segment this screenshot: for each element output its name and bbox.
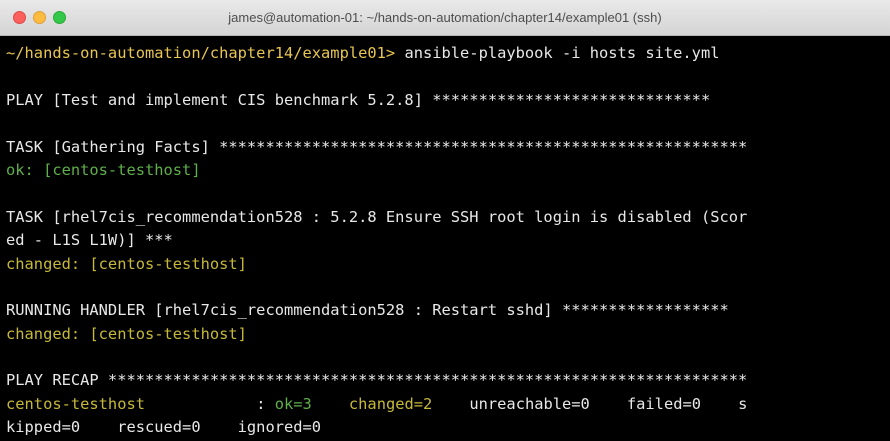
terminal-output[interactable]: ~/hands-on-automation/chapter14/example0… [6, 36, 890, 441]
play-header: PLAY [Test and implement CIS benchmark 5… [6, 90, 711, 109]
task-result-changed: changed: [centos-testhost] [6, 254, 247, 273]
task-header-gathering-facts: TASK [Gathering Facts] *****************… [6, 137, 748, 156]
task-result-ok: ok: [centos-testhost] [6, 160, 201, 179]
recap-host: centos-testhost [6, 394, 257, 413]
task-header-ssh-root-login: TASK [rhel7cis_recommendation528 : 5.2.8… [6, 207, 748, 226]
recap-gap [312, 395, 349, 413]
command-text: ansible-playbook -i hosts site.yml [395, 44, 720, 62]
task-header-ssh-root-login-wrap: ed - L1S L1W)] *** [6, 231, 173, 250]
recap-rest: unreachable=0 failed=0 s [432, 394, 748, 413]
play-recap-header: PLAY RECAP *****************************… [6, 371, 748, 390]
handler-result-changed: changed: [centos-testhost] [6, 324, 247, 343]
title-bar[interactable]: james@automation-01: ~/hands-on-automati… [0, 0, 890, 36]
recap-line-wrap: kipped=0 rescued=0 ignored=0 [6, 418, 322, 437]
command-line: ~/hands-on-automation/chapter14/example0… [6, 42, 890, 65]
recap-line: centos-testhost : ok=3 changed=2 unreach… [6, 393, 890, 416]
window-title: james@automation-01: ~/hands-on-automati… [228, 10, 662, 25]
recap-separator: : [256, 394, 275, 413]
recap-ok-count: ok=3 [274, 394, 312, 413]
terminal-window: james@automation-01: ~/hands-on-automati… [0, 0, 890, 441]
shell-prompt: ~/hands-on-automation/chapter14/example0… [6, 44, 396, 62]
recap-changed-count: changed=2 [348, 394, 433, 413]
handler-header: RUNNING HANDLER [rhel7cis_recommendation… [6, 301, 729, 320]
